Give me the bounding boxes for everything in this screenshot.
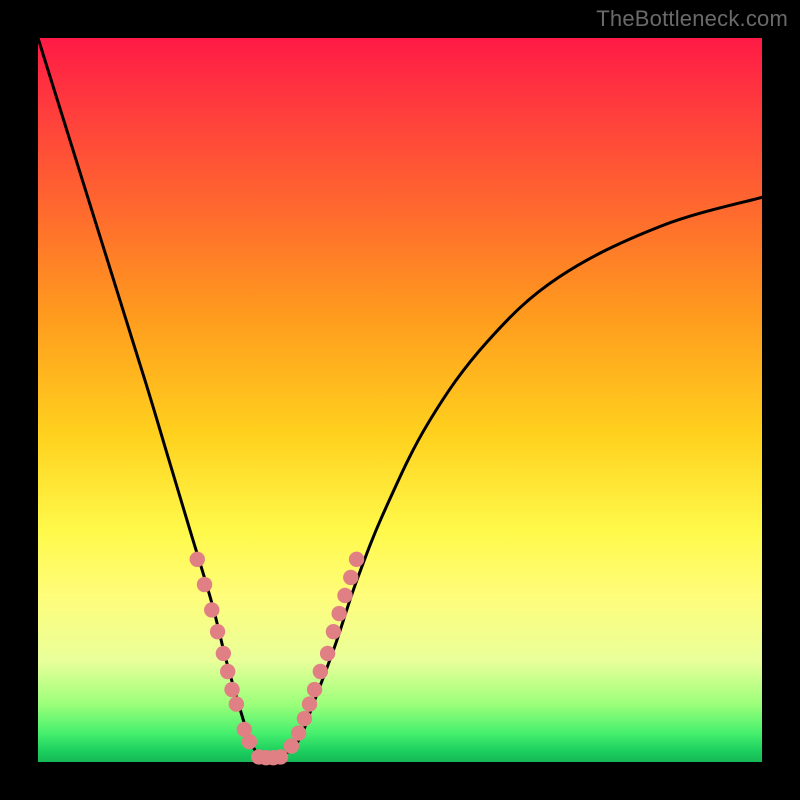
marker-right-dots: [313, 664, 328, 679]
marker-left-dots: [229, 696, 244, 711]
marker-left-dots: [210, 624, 225, 639]
marker-left-dots: [224, 682, 239, 697]
marker-left-dots: [197, 577, 212, 592]
curve-curve: [38, 38, 762, 758]
marker-left-dots: [242, 734, 257, 749]
marker-right-dots: [284, 738, 299, 753]
plot-area: [38, 38, 762, 762]
chart-svg: [38, 38, 762, 762]
marker-bottom-dots: [273, 749, 288, 764]
marker-right-dots: [349, 552, 364, 567]
curve-layer: [38, 38, 762, 758]
marker-right-dots: [320, 646, 335, 661]
marker-left-dots: [216, 646, 231, 661]
marker-right-dots: [337, 588, 352, 603]
marker-right-dots: [297, 711, 312, 726]
marker-right-dots: [291, 725, 306, 740]
watermark-text: TheBottleneck.com: [596, 6, 788, 32]
chart-frame: TheBottleneck.com: [0, 0, 800, 800]
marker-right-dots: [302, 696, 317, 711]
marker-right-dots: [331, 606, 346, 621]
marker-left-dots: [204, 602, 219, 617]
marker-left-dots: [220, 664, 235, 679]
marker-right-dots: [343, 570, 358, 585]
marker-layer: [190, 552, 365, 766]
marker-right-dots: [326, 624, 341, 639]
marker-right-dots: [307, 682, 322, 697]
marker-left-dots: [190, 552, 205, 567]
